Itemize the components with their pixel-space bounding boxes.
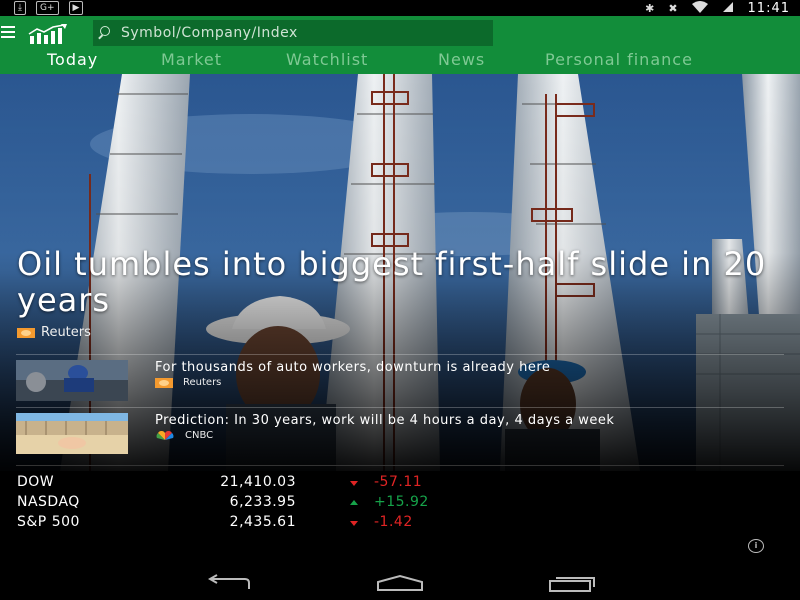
story-title[interactable]: Prediction: In 30 years, work will be 4 … bbox=[155, 413, 614, 428]
reuters-logo-icon bbox=[17, 327, 35, 338]
index-name: S&P 500 bbox=[17, 514, 80, 530]
index-change: +15.92 bbox=[374, 494, 429, 510]
ticker-row-sp500[interactable]: S&P 500 2,435.61 -1.42 bbox=[16, 514, 784, 534]
index-change: -57.11 bbox=[374, 474, 423, 490]
source-label: Reuters bbox=[41, 325, 91, 340]
tab-news[interactable]: News bbox=[438, 50, 485, 69]
bluetooth-icon: ✱ bbox=[645, 1, 655, 15]
home-icon[interactable] bbox=[376, 574, 424, 596]
index-name: DOW bbox=[17, 474, 55, 490]
story-item[interactable]: For thousands of auto workers, downturn … bbox=[16, 354, 784, 405]
search-input[interactable] bbox=[121, 20, 481, 46]
arrow-up-icon bbox=[350, 500, 358, 505]
tab-personal-finance[interactable]: Personal finance bbox=[545, 50, 693, 69]
story-thumbnail bbox=[16, 413, 128, 454]
battery-icon bbox=[722, 1, 734, 16]
arrow-down-icon bbox=[350, 521, 358, 526]
story-item[interactable]: Prediction: In 30 years, work will be 4 … bbox=[16, 407, 784, 458]
tab-watchlist[interactable]: Watchlist bbox=[286, 50, 368, 69]
app-header: Today Market Watchlist News Personal fin… bbox=[0, 16, 800, 74]
index-value: 21,410.03 bbox=[220, 474, 296, 490]
tab-bar: Today Market Watchlist News Personal fin… bbox=[0, 50, 800, 74]
wifi-icon bbox=[691, 0, 708, 16]
status-bar: ⤓ G+ ▶ ✱ ✖ 11:41 bbox=[0, 0, 800, 16]
clock: 11:41 bbox=[747, 0, 790, 16]
cnbc-logo-icon bbox=[155, 430, 175, 441]
index-value: 6,233.95 bbox=[229, 494, 296, 510]
hero-source: Reuters bbox=[17, 325, 91, 340]
story-thumbnail bbox=[16, 360, 128, 401]
google-plus-icon: G+ bbox=[35, 1, 59, 15]
market-ticker: DOW 21,410.03 -57.11 NASDAQ 6,233.95 +15… bbox=[16, 465, 784, 530]
recents-icon[interactable] bbox=[548, 574, 596, 596]
index-name: NASDAQ bbox=[17, 494, 80, 510]
index-change: -1.42 bbox=[374, 514, 413, 530]
search-icon bbox=[100, 26, 110, 36]
youtube-icon: ▶ bbox=[68, 1, 84, 15]
story-title[interactable]: For thousands of auto workers, downturn … bbox=[155, 360, 550, 375]
reuters-logo-icon bbox=[155, 377, 173, 388]
story-source: CNBC bbox=[155, 430, 213, 441]
story-source: Reuters bbox=[155, 377, 221, 388]
headline[interactable]: Oil tumbles into biggest first-half slid… bbox=[17, 246, 777, 318]
info-icon[interactable]: i bbox=[748, 539, 764, 553]
mute-icon: ✖ bbox=[668, 1, 678, 15]
search-box[interactable] bbox=[93, 20, 493, 46]
back-icon[interactable] bbox=[205, 574, 253, 596]
android-nav-bar bbox=[0, 570, 800, 600]
source-label: Reuters bbox=[183, 377, 222, 388]
index-value: 2,435.61 bbox=[229, 514, 296, 530]
money-logo-icon[interactable] bbox=[28, 24, 70, 48]
source-label: CNBC bbox=[185, 430, 214, 441]
hero-story[interactable]: Oil tumbles into biggest first-half slid… bbox=[0, 74, 800, 471]
download-icon: ⤓ bbox=[14, 1, 26, 15]
hamburger-menu-icon[interactable] bbox=[1, 26, 15, 40]
ticker-row-dow[interactable]: DOW 21,410.03 -57.11 bbox=[16, 474, 784, 494]
ticker-row-nasdaq[interactable]: NASDAQ 6,233.95 +15.92 bbox=[16, 494, 784, 514]
arrow-down-icon bbox=[350, 481, 358, 486]
tab-market[interactable]: Market bbox=[161, 50, 222, 69]
tab-today[interactable]: Today bbox=[47, 50, 98, 69]
